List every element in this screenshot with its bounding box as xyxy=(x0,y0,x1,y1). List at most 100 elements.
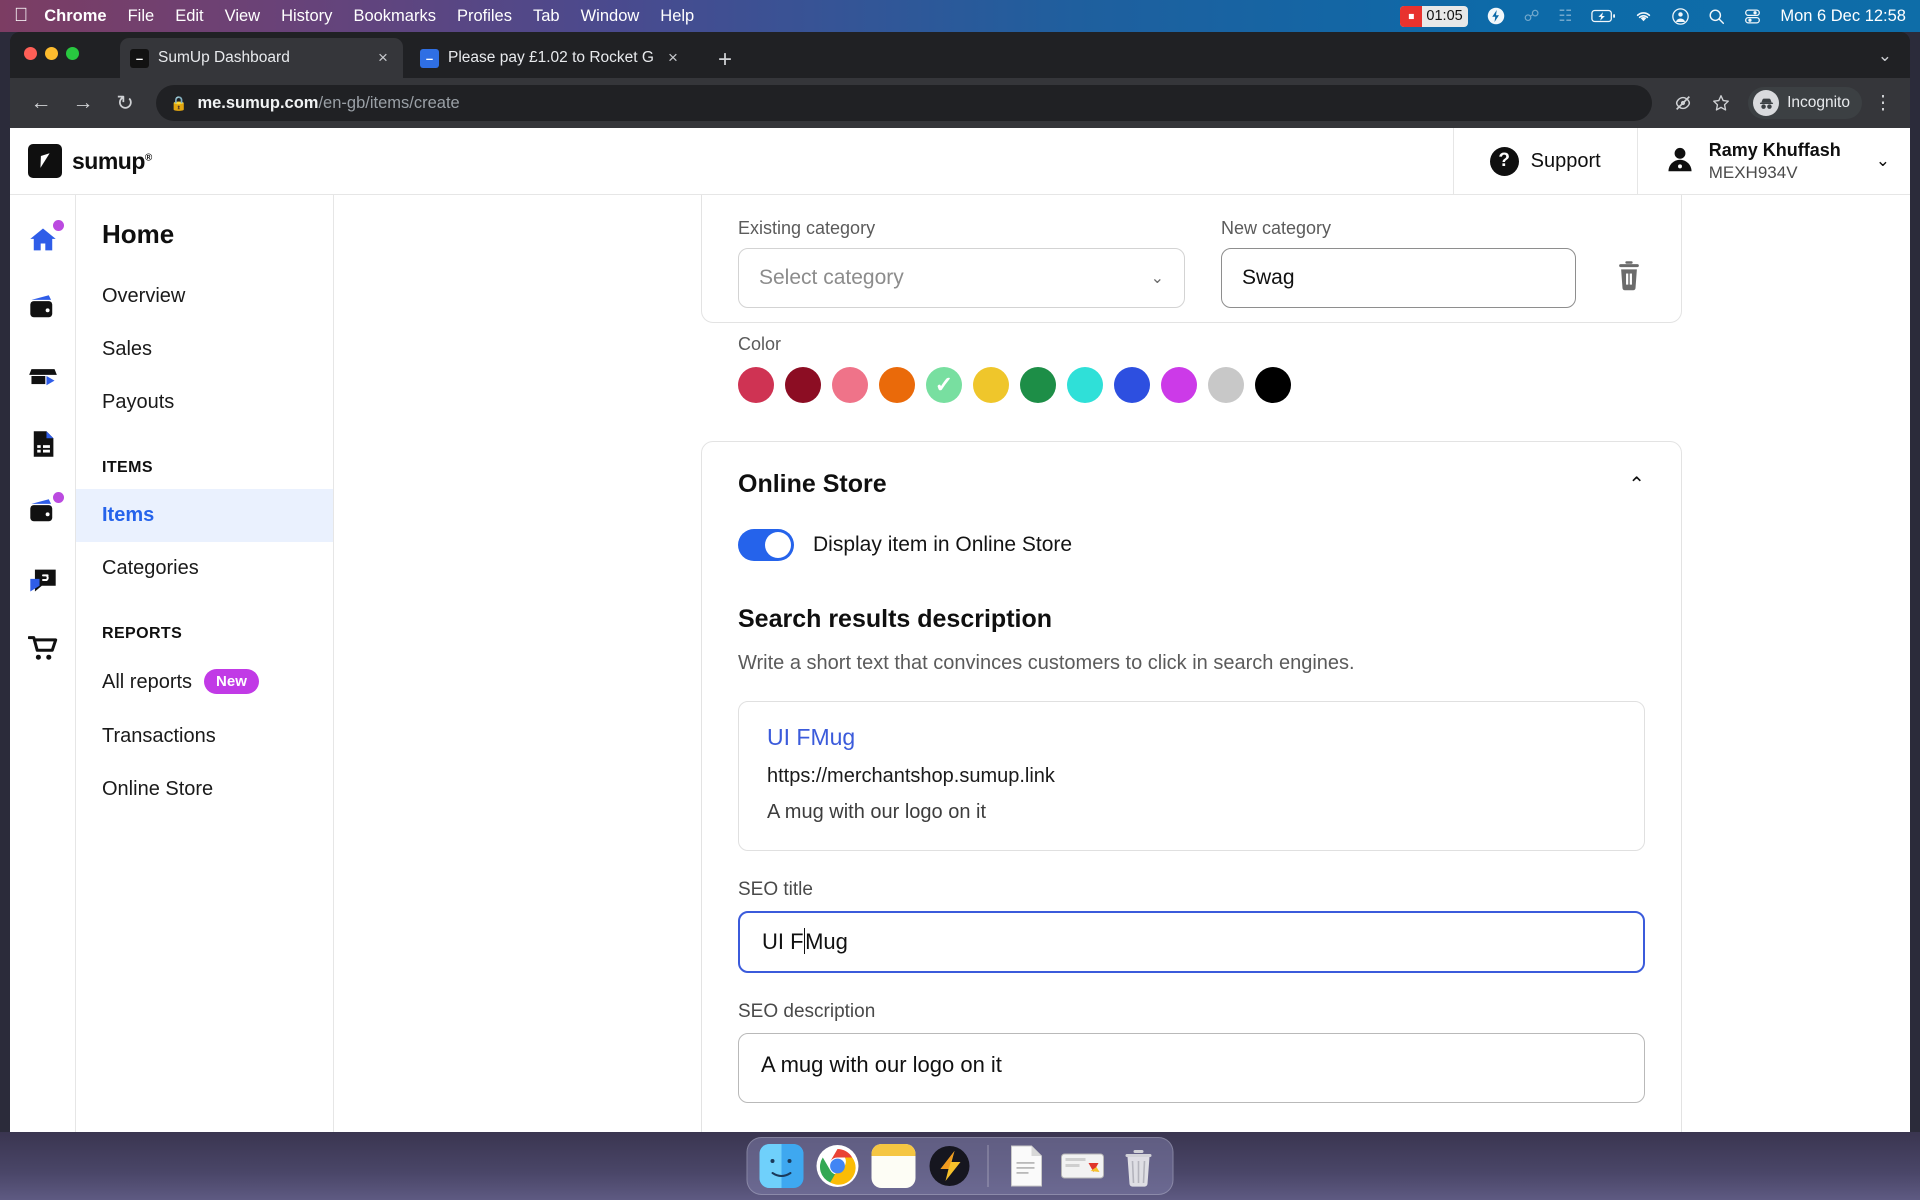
reload-button[interactable]: ↻ xyxy=(108,86,142,120)
new-category-input[interactable]: Swag xyxy=(1221,248,1576,308)
color-swatch[interactable] xyxy=(1161,367,1197,403)
account-menu[interactable]: Ramy Khuffash MEXH934V ⌄ xyxy=(1636,128,1910,194)
input-value: Swag xyxy=(1242,266,1295,289)
color-swatch[interactable] xyxy=(1255,367,1291,403)
tab-sumup-dashboard[interactable]: – SumUp Dashboard × xyxy=(120,38,403,78)
dock-divider xyxy=(987,1145,989,1187)
seo-title-input[interactable]: UI F Mug xyxy=(738,911,1645,973)
home-icon[interactable] xyxy=(26,220,64,257)
color-swatch[interactable] xyxy=(738,367,774,403)
menu-file[interactable]: File xyxy=(128,7,155,26)
battery-charging-icon[interactable] xyxy=(1591,9,1616,23)
address-bar[interactable]: 🔒 me.sumup.com/en-gb/items/create xyxy=(156,85,1653,121)
online-store-card: Online Store ⌃ Display item in Online St… xyxy=(701,441,1682,1132)
online-store-header[interactable]: Online Store ⌃ xyxy=(738,442,1645,499)
sidebar-item-payouts[interactable]: Payouts xyxy=(76,376,333,429)
sidebar-item-online-store[interactable]: Online Store xyxy=(76,763,333,816)
color-swatch[interactable] xyxy=(1114,367,1150,403)
menu-bar-clock[interactable]: Mon 6 Dec 12:58 xyxy=(1780,7,1906,26)
color-swatch-selected[interactable]: ✓ xyxy=(926,367,962,403)
chevron-up-icon[interactable]: ⌃ xyxy=(1628,472,1645,497)
menu-tab[interactable]: Tab xyxy=(533,7,560,26)
sumup-logo-mark-icon xyxy=(28,144,62,178)
screen-recording-indicator[interactable]: ⏹ 01:05 xyxy=(1400,5,1468,27)
menu-bookmarks[interactable]: Bookmarks xyxy=(353,7,436,26)
sidebar-item-label: All reports xyxy=(102,670,193,693)
finder-icon[interactable] xyxy=(759,1144,804,1188)
close-tab-icon[interactable]: × xyxy=(663,48,683,68)
back-button[interactable]: ← xyxy=(24,86,58,120)
close-window-button[interactable] xyxy=(24,47,37,60)
sidebar-item-items[interactable]: Items xyxy=(76,489,333,542)
chevron-down-icon[interactable]: ⌄ xyxy=(1878,46,1892,66)
sidebar-item-all-reports[interactable]: All reports New xyxy=(76,655,333,710)
sidebar-item-sales[interactable]: Sales xyxy=(76,323,333,376)
link-chat-icon[interactable] xyxy=(26,563,60,597)
sumup-logo[interactable]: sumup® xyxy=(10,144,152,178)
forward-button[interactable]: → xyxy=(66,86,100,120)
menu-help[interactable]: Help xyxy=(660,7,694,26)
menu-history[interactable]: History xyxy=(281,7,332,26)
store-icon[interactable] xyxy=(26,359,60,393)
invoice-icon[interactable] xyxy=(26,427,60,461)
notification-badge xyxy=(52,220,64,231)
bookmark-star-icon[interactable] xyxy=(1706,93,1736,113)
color-swatch[interactable] xyxy=(1020,367,1056,403)
seo-description-label: SEO description xyxy=(738,1001,876,1022)
menu-chrome[interactable]: Chrome xyxy=(44,7,106,26)
wallet-icon[interactable] xyxy=(26,291,60,325)
question-mark-icon: ? xyxy=(1489,146,1519,176)
lightning-app-icon[interactable] xyxy=(928,1144,972,1188)
preview-description: A mug with our logo on it xyxy=(767,801,987,823)
apple-icon[interactable]:  xyxy=(14,6,28,25)
search-icon[interactable] xyxy=(1708,8,1725,25)
menu-profiles[interactable]: Profiles xyxy=(457,7,512,26)
wifi-icon[interactable] xyxy=(1634,9,1653,23)
existing-category-select[interactable]: Select category ⌄ xyxy=(738,248,1185,308)
bluetooth-off-icon[interactable]: ☍ xyxy=(1524,7,1540,26)
incognito-indicator[interactable]: Incognito xyxy=(1748,87,1862,119)
support-button[interactable]: ? Support xyxy=(1452,128,1637,194)
color-swatch[interactable] xyxy=(785,367,821,403)
chrome-window: – SumUp Dashboard × – Please pay £1.02 t… xyxy=(10,32,1910,1132)
chrome-icon[interactable] xyxy=(816,1144,860,1188)
trash-icon[interactable] xyxy=(1117,1144,1161,1188)
chevron-down-icon[interactable]: ⌄ xyxy=(1876,151,1890,171)
delete-category-button[interactable] xyxy=(1612,246,1645,306)
sidebar-item-overview[interactable]: Overview xyxy=(76,270,333,323)
items-wallet-icon[interactable] xyxy=(26,492,64,529)
document-icon[interactable] xyxy=(1005,1144,1049,1188)
control-center-icon[interactable] xyxy=(1744,8,1761,25)
no-tracking-icon[interactable] xyxy=(1668,93,1698,113)
seo-description-input[interactable]: A mug with our logo on it xyxy=(738,1033,1645,1103)
sidebar-item-categories[interactable]: Categories xyxy=(76,542,333,595)
new-tab-button[interactable]: + xyxy=(710,45,740,75)
tab-title: Please pay £1.02 to Rocket Ge xyxy=(448,49,654,66)
maximize-window-button[interactable] xyxy=(66,47,79,60)
notes-icon[interactable] xyxy=(871,1144,916,1188)
window-traffic-lights[interactable] xyxy=(24,47,79,60)
screenshot-icon[interactable] xyxy=(1061,1144,1105,1188)
color-swatch[interactable] xyxy=(973,367,1009,403)
bolt-icon[interactable] xyxy=(1487,7,1505,25)
avatar xyxy=(1664,143,1696,180)
color-swatch[interactable] xyxy=(1208,367,1244,403)
minimize-window-button[interactable] xyxy=(45,47,58,60)
account-icon[interactable] xyxy=(1672,7,1690,25)
color-swatch[interactable] xyxy=(832,367,868,403)
menu-view[interactable]: View xyxy=(225,7,260,26)
search-results-description-subtitle: Write a short text that convinces custom… xyxy=(738,652,1355,674)
close-tab-icon[interactable]: × xyxy=(373,48,393,68)
chrome-menu-icon[interactable]: ⋮ xyxy=(1870,92,1896,115)
keyboard-brightness-icon[interactable]: ☷ xyxy=(1558,7,1572,26)
shopping-cart-icon[interactable] xyxy=(26,631,60,665)
record-camera-icon: ⏹ xyxy=(1400,5,1423,27)
tab-please-pay[interactable]: – Please pay £1.02 to Rocket Ge × xyxy=(410,38,693,78)
url-host: me.sumup.com xyxy=(197,93,319,112)
color-swatch[interactable] xyxy=(1067,367,1103,403)
color-swatch[interactable] xyxy=(879,367,915,403)
menu-edit[interactable]: Edit xyxy=(175,7,203,26)
display-item-toggle[interactable] xyxy=(738,529,794,561)
sidebar-item-transactions[interactable]: Transactions xyxy=(76,710,333,763)
menu-window[interactable]: Window xyxy=(581,7,640,26)
